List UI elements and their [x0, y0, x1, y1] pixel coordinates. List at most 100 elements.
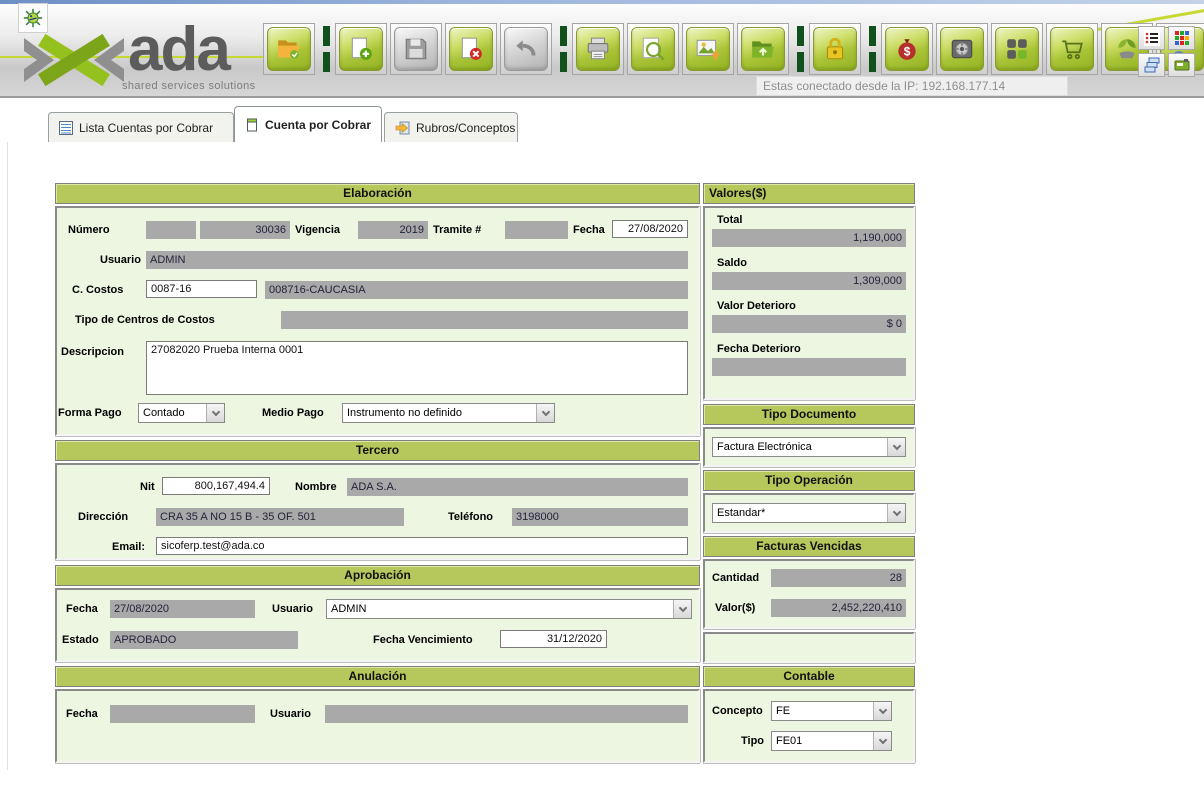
tab-cuenta-por-cobrar[interactable]: Cuenta por Cobrar [234, 106, 382, 142]
open-folder-icon [276, 36, 302, 62]
toolbar-separator [869, 26, 876, 72]
chevron-down-icon [678, 603, 686, 611]
delete-document-icon [458, 36, 484, 62]
total-field: 1,190,000 [712, 229, 906, 247]
valor-deterioro-field: $ 0 [712, 315, 906, 333]
concepto-select[interactable]: FE [771, 701, 892, 721]
badge-button[interactable] [1168, 53, 1195, 77]
ccostos-input[interactable]: 0087-16 [146, 280, 257, 298]
eco-hand-icon [1114, 36, 1140, 62]
save-button[interactable] [394, 27, 438, 71]
delete-document-button[interactable] [449, 27, 493, 71]
tab-rubros-conceptos[interactable]: Rubros/Conceptos [384, 112, 518, 142]
section-title: Tercero [356, 443, 399, 457]
vigencia-field: 2019 [358, 221, 428, 239]
dropdown-button[interactable] [673, 600, 691, 618]
shopping-cart-button[interactable] [1050, 27, 1094, 71]
fecha-vencimiento-label: Fecha Vencimiento [373, 631, 473, 649]
print-button[interactable] [576, 27, 620, 71]
section-header-valores: Valores($) [703, 183, 915, 204]
tipo-cc-label: Tipo de Centros de Costos [75, 311, 215, 329]
import-folder-button[interactable] [741, 27, 785, 71]
section-body-anulacion [55, 689, 700, 763]
document-icon [245, 118, 259, 132]
shopping-cart-icon [1059, 36, 1085, 62]
toolbar-button-frame [572, 23, 624, 75]
toolbar-button-frame [390, 23, 442, 75]
stacked-windows-button[interactable] [1138, 53, 1165, 77]
tipo-documento-select[interactable]: Factura Electrónica [712, 437, 906, 457]
toolbar-button-frame: $ [881, 23, 933, 75]
aprobacion-usuario-select[interactable]: ADMIN [326, 599, 692, 619]
ccostos-label: C. Costos [72, 281, 123, 299]
left-frame-line [7, 142, 8, 770]
new-document-icon [348, 36, 374, 62]
vault-button[interactable] [940, 27, 984, 71]
cantidad-label: Cantidad [712, 569, 759, 587]
descripcion-textarea[interactable]: 27082020 Prueba Interna 0001 [146, 341, 688, 395]
forma-pago-select[interactable]: Contado [138, 403, 225, 423]
new-document-button[interactable] [339, 27, 383, 71]
section-header-elaboracion: Elaboración [55, 183, 700, 204]
fecha-vencimiento-input[interactable]: 31/12/2020 [500, 630, 607, 648]
pixel-grid-button[interactable] [1168, 26, 1195, 50]
medio-pago-select[interactable]: Instrumento no definido [342, 403, 555, 423]
money-button[interactable]: $ [885, 27, 929, 71]
valor-facturas-field: 2,452,220,410 [771, 599, 906, 617]
export-image-button[interactable] [686, 27, 730, 71]
brand-tagline: shared services solutions [122, 80, 256, 92]
fecha-deterioro-label: Fecha Deterioro [717, 340, 801, 358]
toolbar-button-frame [500, 23, 552, 75]
aprobacion-fecha-label: Fecha [66, 600, 98, 618]
section-title: Contable [783, 669, 834, 683]
medio-pago-value: Instrumento no definido [343, 404, 536, 422]
email-input[interactable]: sicoferp.test@ada.co [156, 537, 688, 555]
aprobacion-usuario-label: Usuario [272, 600, 313, 618]
report-list-button[interactable] [1138, 26, 1165, 50]
dropdown-button[interactable] [887, 504, 905, 522]
toolbar-button-frame [737, 23, 789, 75]
tab-label: Lista Cuentas por Cobrar [79, 121, 213, 135]
email-label: Email: [112, 538, 145, 556]
section-header-tercero: Tercero [55, 440, 700, 461]
search-icon [640, 36, 666, 62]
nit-input[interactable]: 800,167,494.4 [162, 477, 270, 495]
modules-button[interactable] [995, 27, 1039, 71]
open-folder-button[interactable] [267, 27, 311, 71]
tab-lista-cuentas-por-cobrar[interactable]: Lista Cuentas por Cobrar [48, 112, 234, 142]
header-toolbar: ada shared services solutions [0, 4, 1204, 98]
vault-icon [949, 36, 975, 62]
aprobacion-usuario-value: ADMIN [327, 600, 673, 618]
search-button[interactable] [631, 27, 675, 71]
saldo-field: 1,309,000 [712, 272, 906, 290]
section-header-contable: Contable [703, 666, 915, 687]
save-icon [403, 36, 429, 62]
tipo-contable-select[interactable]: FE01 [771, 731, 892, 751]
numero-label: Número [68, 221, 110, 239]
mini-toolbar [1138, 26, 1196, 78]
section-title: Facturas Vencidas [756, 539, 861, 553]
money-bag-icon: $ [894, 36, 920, 62]
connection-status: Estas conectado desde la IP: 192.168.177… [756, 76, 1068, 96]
anulacion-usuario-label: Usuario [270, 705, 311, 723]
descripcion-label: Descripcion [61, 343, 124, 361]
list-icon [59, 121, 73, 135]
arrow-document-icon [395, 121, 410, 135]
undo-button[interactable] [504, 27, 548, 71]
dropdown-button[interactable] [536, 404, 554, 422]
section-title: Elaboración [343, 186, 412, 200]
dropdown-button[interactable] [887, 438, 905, 456]
dropdown-button[interactable] [206, 404, 224, 422]
lock-button[interactable] [813, 27, 857, 71]
toolbar-button-frame [682, 23, 734, 75]
tab-bar: Lista Cuentas por Cobrar Cuenta por Cobr… [0, 100, 1204, 142]
section-header-aprobacion: Aprobación [55, 565, 700, 586]
nombre-field: ADA S.A. [347, 478, 688, 496]
usuario-field: ADMIN [146, 251, 688, 269]
dropdown-button[interactable] [873, 702, 891, 720]
dropdown-button[interactable] [873, 732, 891, 750]
numero-field: 30036 [200, 221, 290, 239]
cuenta-por-cobrar-form: Elaboración Número 30036 Vigencia 2019 T… [55, 183, 918, 768]
tipo-operacion-select[interactable]: Estandar* [712, 503, 906, 523]
fecha-input[interactable]: 27/08/2020 [612, 220, 688, 238]
